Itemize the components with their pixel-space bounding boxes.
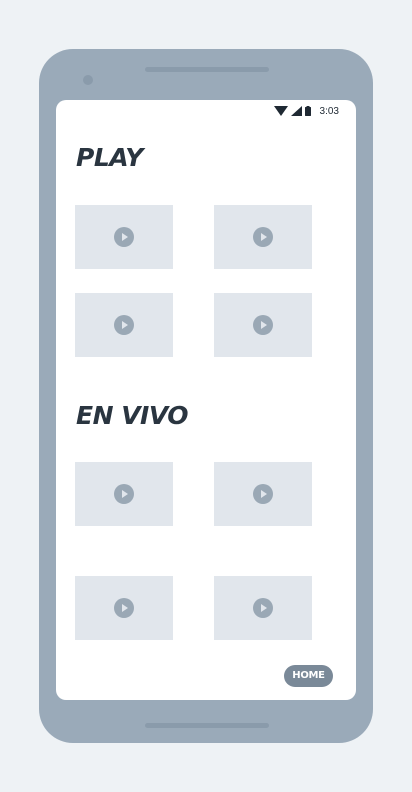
play-icon <box>114 484 134 504</box>
video-thumbnail[interactable] <box>75 205 173 269</box>
phone-frame: 3:03 PLAY EN VIVO HOME <box>39 49 373 743</box>
video-thumbnail[interactable] <box>214 205 312 269</box>
section-title-en-vivo: EN VIVO <box>76 401 189 430</box>
status-bar: 3:03 <box>273 103 339 119</box>
video-thumbnail[interactable] <box>214 293 312 357</box>
video-thumbnail[interactable] <box>75 293 173 357</box>
video-thumbnail[interactable] <box>214 576 312 640</box>
play-icon <box>253 227 273 247</box>
video-thumbnail[interactable] <box>75 576 173 640</box>
earpiece-speaker <box>145 67 269 72</box>
wifi-icon <box>273 106 288 116</box>
phone-screen: 3:03 PLAY EN VIVO HOME <box>56 100 356 700</box>
play-icon <box>253 484 273 504</box>
device-home-bar <box>145 723 269 728</box>
play-icon <box>114 227 134 247</box>
section-title-play: PLAY <box>76 143 143 172</box>
home-button[interactable]: HOME <box>284 665 333 687</box>
play-icon <box>114 315 134 335</box>
signal-icon <box>290 106 302 116</box>
video-thumbnail[interactable] <box>214 462 312 526</box>
video-thumbnail[interactable] <box>75 462 173 526</box>
battery-icon <box>304 106 311 116</box>
front-camera <box>83 75 93 85</box>
play-icon <box>114 598 134 618</box>
play-icon <box>253 598 273 618</box>
status-time: 3:03 <box>319 105 339 117</box>
play-icon <box>253 315 273 335</box>
